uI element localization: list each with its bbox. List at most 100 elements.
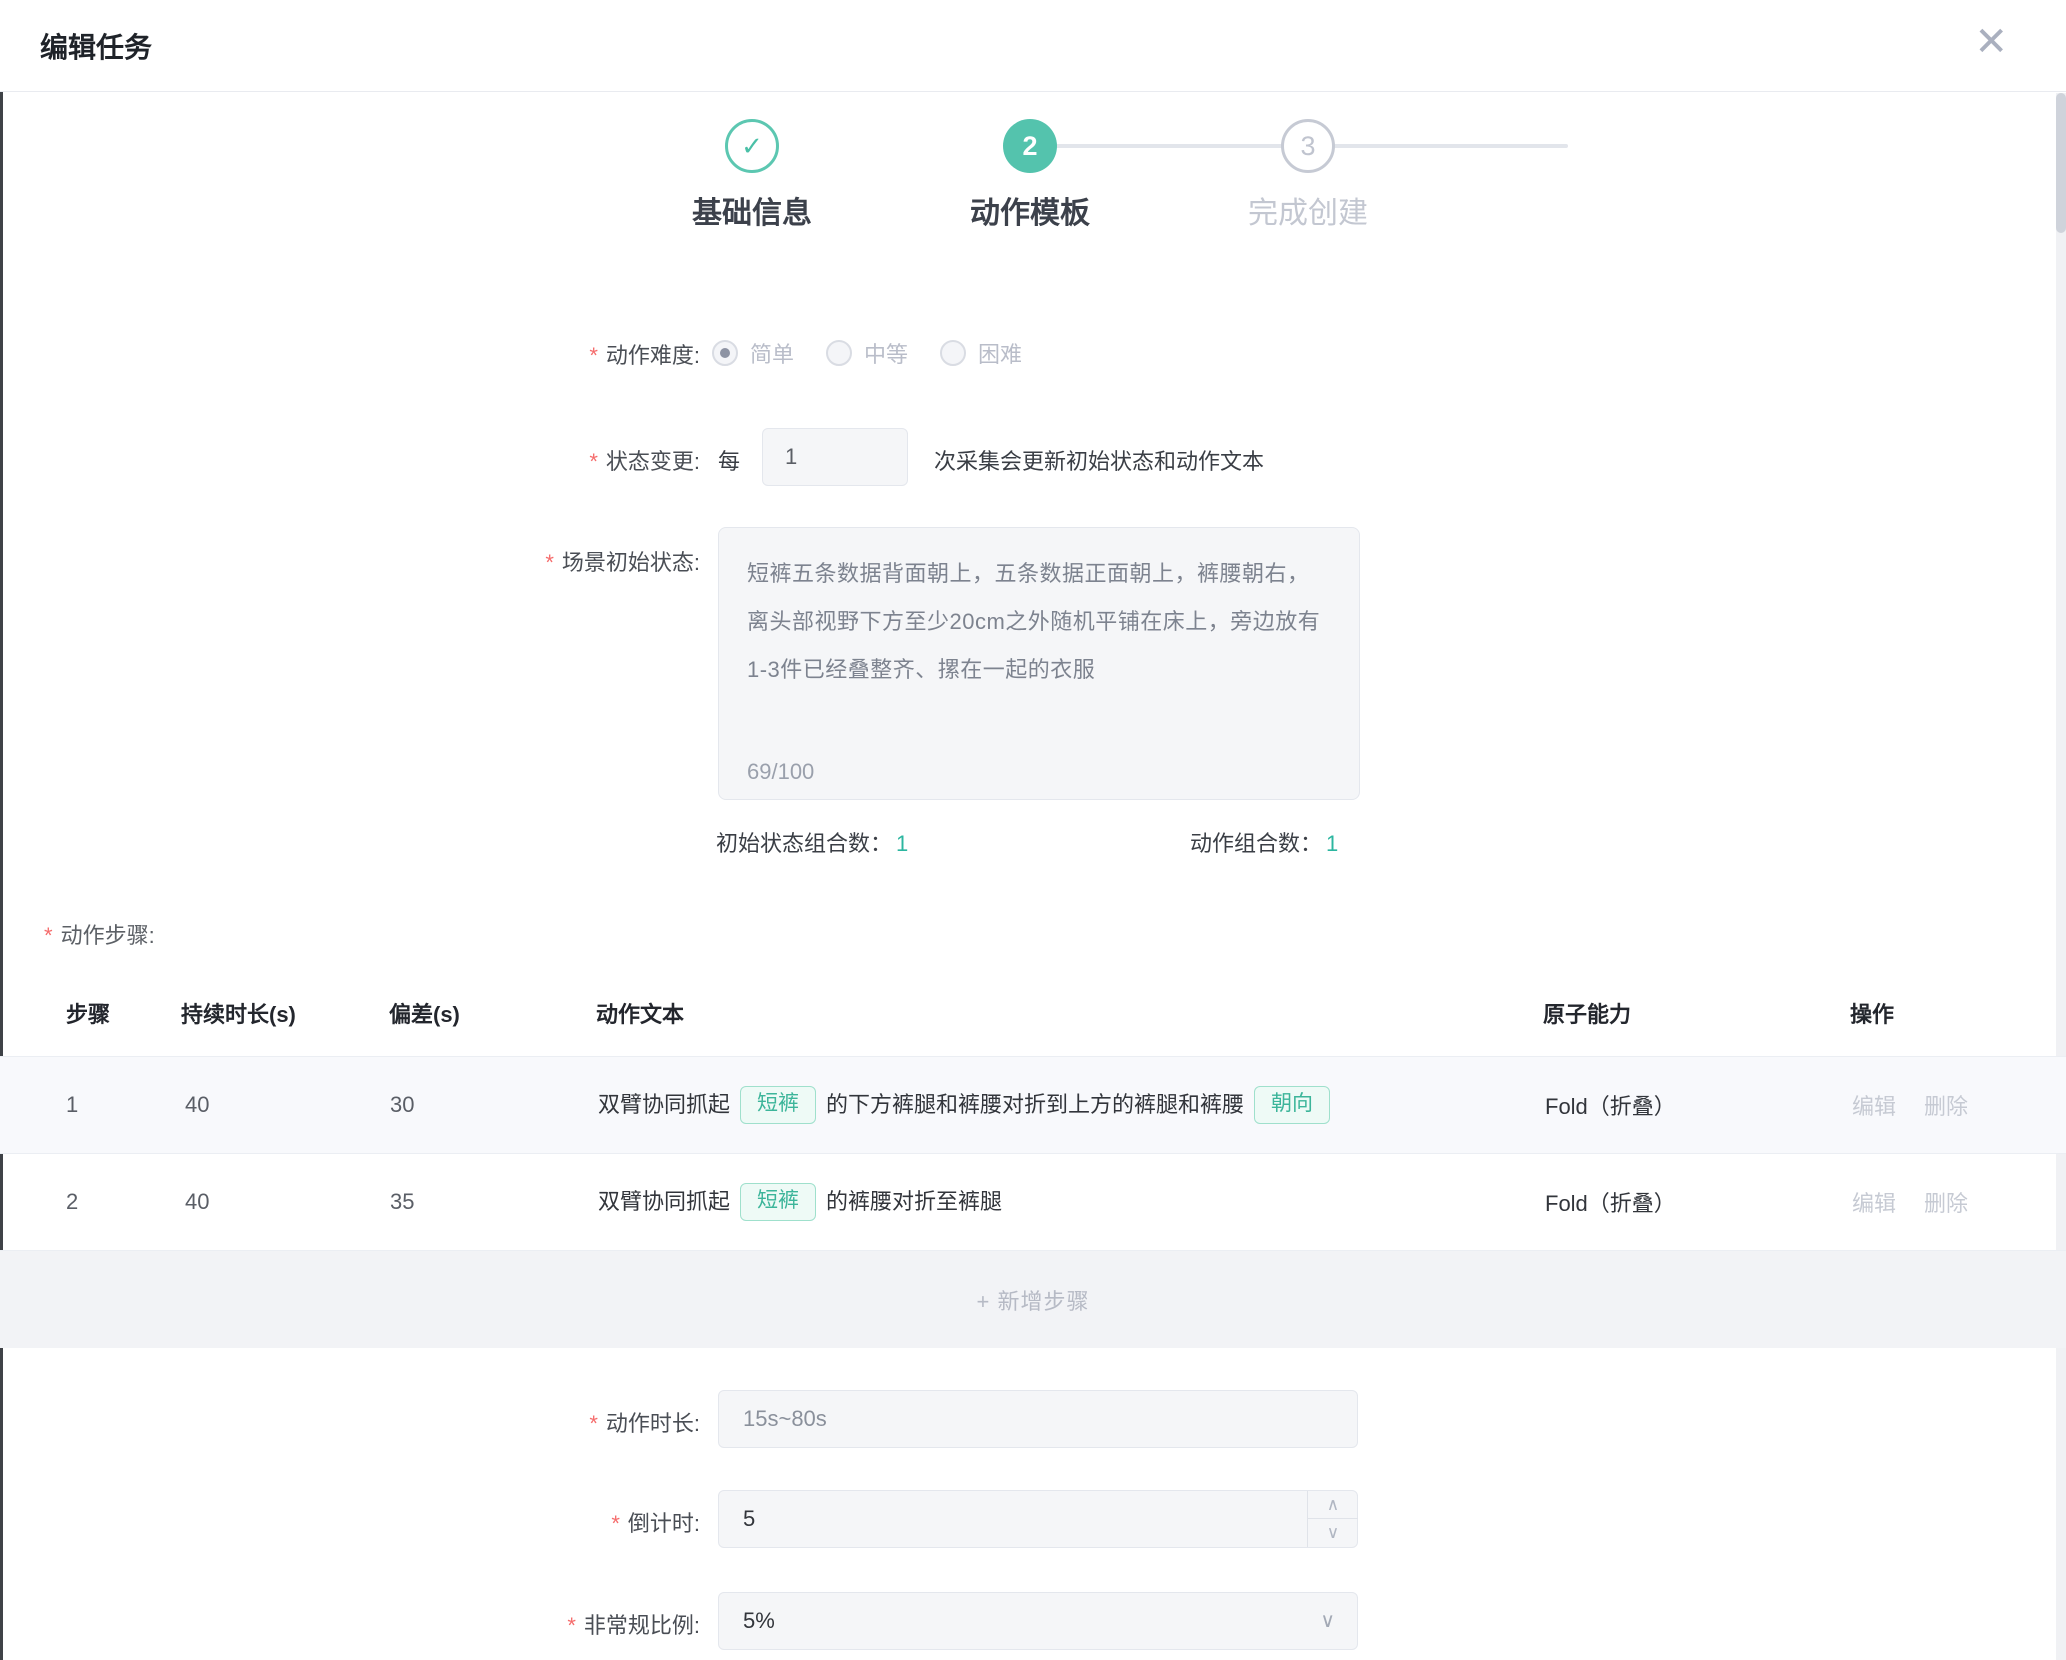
initial-state-textarea[interactable]: 短裤五条数据背面朝上，五条数据正面朝上，裤腰朝右，离头部视野下方至少20cm之外… (718, 527, 1360, 800)
required-marker: * (44, 923, 53, 948)
delete-link[interactable]: 删除 (1924, 1191, 1968, 1216)
unusual-ratio-label: * 非常规比例: (0, 1608, 700, 1640)
required-marker: * (589, 343, 598, 368)
state-change-label: * 状态变更: (0, 444, 700, 476)
table-header-row: 步骤 持续时长(s) 偏差(s) 动作文本 原子能力 操作 (0, 970, 2066, 1056)
difficulty-radio-困难[interactable]: 困难 (940, 337, 1022, 369)
initial-state-text: 短裤五条数据背面朝上，五条数据正面朝上，裤腰朝右，离头部视野下方至少20cm之外… (747, 550, 1331, 694)
action-combo-count: 动作组合数：1 (1190, 826, 1338, 858)
unusual-ratio-label-text: 非常规比例: (584, 1613, 700, 1638)
cell-ability: Fold（折叠） (1545, 1186, 1676, 1218)
radio-label: 困难 (978, 337, 1022, 369)
state-change-prefix: 每 (718, 444, 740, 476)
edit-link[interactable]: 编辑 (1852, 1094, 1896, 1119)
dialog-title: 编辑任务 (40, 26, 152, 66)
col-header-duration: 持续时长(s) (181, 997, 296, 1029)
table-row: 1 40 30 双臂协同抓起短裤的下方裤腿和裤腰对折到上方的裤腿和裤腰朝向 Fold（折… (0, 1056, 2066, 1153)
step-2-circle: 2 (1003, 119, 1057, 173)
cell-step: 1 (66, 1092, 78, 1118)
action-text-segment: 的下方裤腿和裤腰对折到上方的裤腿和裤腰 (826, 1092, 1244, 1117)
radio-selected-icon[interactable] (712, 340, 738, 366)
action-text-segment: 双臂协同抓起 (598, 1189, 730, 1214)
duration-label-text: 动作时长: (606, 1411, 700, 1436)
check-icon: ✓ (741, 131, 763, 162)
cell-duration: 40 (185, 1189, 209, 1215)
cell-deviation: 35 (390, 1189, 414, 1215)
state-change-label-text: 状态变更: (606, 449, 700, 474)
radio-icon[interactable] (940, 340, 966, 366)
cell-deviation: 30 (390, 1092, 414, 1118)
duration-input[interactable]: 15s~80s (718, 1390, 1358, 1448)
cell-ability: Fold（折叠） (1545, 1089, 1676, 1121)
add-step-row: + 新增步骤 (0, 1250, 2066, 1348)
required-marker: * (545, 550, 554, 575)
countdown-label: * 倒计时: (0, 1506, 700, 1538)
spinner-down-icon[interactable]: ∨ (1308, 1519, 1358, 1547)
radio-icon[interactable] (826, 340, 852, 366)
difficulty-label-text: 动作难度: (606, 343, 700, 368)
number-spinner: ∧ ∨ (1307, 1491, 1357, 1547)
required-marker: * (567, 1613, 576, 1638)
action-text-segment: 的裤腰对折至裤腿 (826, 1189, 1002, 1214)
countdown-number-input[interactable]: 5 ∧ ∨ (718, 1490, 1358, 1548)
cell-duration: 40 (185, 1092, 209, 1118)
table-body: 14030双臂协同抓起短裤的下方裤腿和裤腰对折到上方的裤腿和裤腰朝向Fold（折… (0, 1056, 2066, 1250)
step-number: 3 (1300, 131, 1315, 162)
action-tag[interactable]: 朝向 (1254, 1086, 1330, 1124)
difficulty-radio-中等[interactable]: 中等 (826, 337, 908, 369)
initial-state-label: * 场景初始状态: (0, 545, 700, 577)
dialog-header: 编辑任务 ✕ (0, 0, 2066, 92)
edit-link[interactable]: 编辑 (1852, 1191, 1896, 1216)
char-counter: 69/100 (747, 759, 814, 785)
steps-table: 步骤 持续时长(s) 偏差(s) 动作文本 原子能力 操作 1 40 30 双臂协同抓… (0, 970, 2066, 1348)
cell-action-text: 双臂协同抓起短裤的裤腰对折至裤腿 (598, 1183, 1002, 1221)
state-change-input[interactable]: 1 (762, 428, 908, 486)
edit-task-dialog: 编辑任务 ✕ ✓ 2 3 基础信息 动作模板 完成创建 * 动作难度: 简单 中等 困… (0, 0, 2066, 1660)
action-steps-label-text: 动作步骤: (61, 923, 155, 948)
difficulty-label: * 动作难度: (0, 338, 700, 370)
step-number: 2 (1022, 131, 1037, 162)
cell-operations: 编辑 删除 (1852, 1186, 1968, 1218)
chevron-down-icon: ∨ (1320, 1593, 1335, 1649)
action-text-segment: 双臂协同抓起 (598, 1092, 730, 1117)
state-change-suffix: 次采集会更新初始状态和动作文本 (934, 444, 1264, 476)
unusual-ratio-value: 5% (743, 1608, 775, 1633)
countdown-label-text: 倒计时: (628, 1511, 700, 1536)
cell-action-text: 双臂协同抓起短裤的下方裤腿和裤腰对折到上方的裤腿和裤腰朝向 (598, 1086, 1340, 1124)
step-3-label: 完成创建 (1188, 188, 1428, 232)
action-combo-value: 1 (1326, 831, 1338, 856)
action-tag[interactable]: 短裤 (740, 1086, 816, 1124)
radio-label: 简单 (750, 337, 794, 369)
cell-operations: 编辑 删除 (1852, 1089, 1968, 1121)
required-marker: * (611, 1511, 620, 1536)
required-marker: * (589, 449, 598, 474)
delete-link[interactable]: 删除 (1924, 1094, 1968, 1119)
wizard-stepper: ✓ 2 3 基础信息 动作模板 完成创建 (0, 92, 2066, 242)
col-header-ability: 原子能力 (1543, 997, 1631, 1029)
action-combo-label: 动作组合数： (1190, 831, 1322, 856)
initial-combo-label: 初始状态组合数： (716, 831, 892, 856)
initial-combo-value: 1 (896, 831, 908, 856)
difficulty-radio-group: 简单 中等 困难 (712, 336, 1022, 370)
scrollbar[interactable] (2056, 93, 2066, 1660)
radio-label: 中等 (864, 337, 908, 369)
duration-label: * 动作时长: (0, 1406, 700, 1438)
action-steps-label: * 动作步骤: (44, 918, 155, 950)
difficulty-radio-简单[interactable]: 简单 (712, 337, 794, 369)
close-icon[interactable]: ✕ (1974, 22, 2008, 62)
col-header-operations: 操作 (1850, 997, 1894, 1029)
add-step-button[interactable]: + 新增步骤 (977, 1284, 1090, 1316)
required-marker: * (589, 1411, 598, 1436)
col-header-action-text: 动作文本 (596, 997, 684, 1029)
step-2-label: 动作模板 (910, 188, 1150, 232)
col-header-deviation: 偏差(s) (389, 997, 460, 1029)
action-tag[interactable]: 短裤 (740, 1183, 816, 1221)
initial-combo-count: 初始状态组合数：1 (716, 826, 908, 858)
unusual-ratio-select[interactable]: 5% ∨ (718, 1592, 1358, 1650)
step-3-circle: 3 (1281, 119, 1335, 173)
step-1-circle: ✓ (725, 119, 779, 173)
table-row: 24035双臂协同抓起短裤的裤腰对折至裤腿Fold（折叠）编辑删除 (0, 1153, 2066, 1250)
col-header-step: 步骤 (66, 997, 110, 1029)
step-1-label: 基础信息 (632, 188, 872, 232)
initial-state-label-text: 场景初始状态: (562, 550, 700, 575)
